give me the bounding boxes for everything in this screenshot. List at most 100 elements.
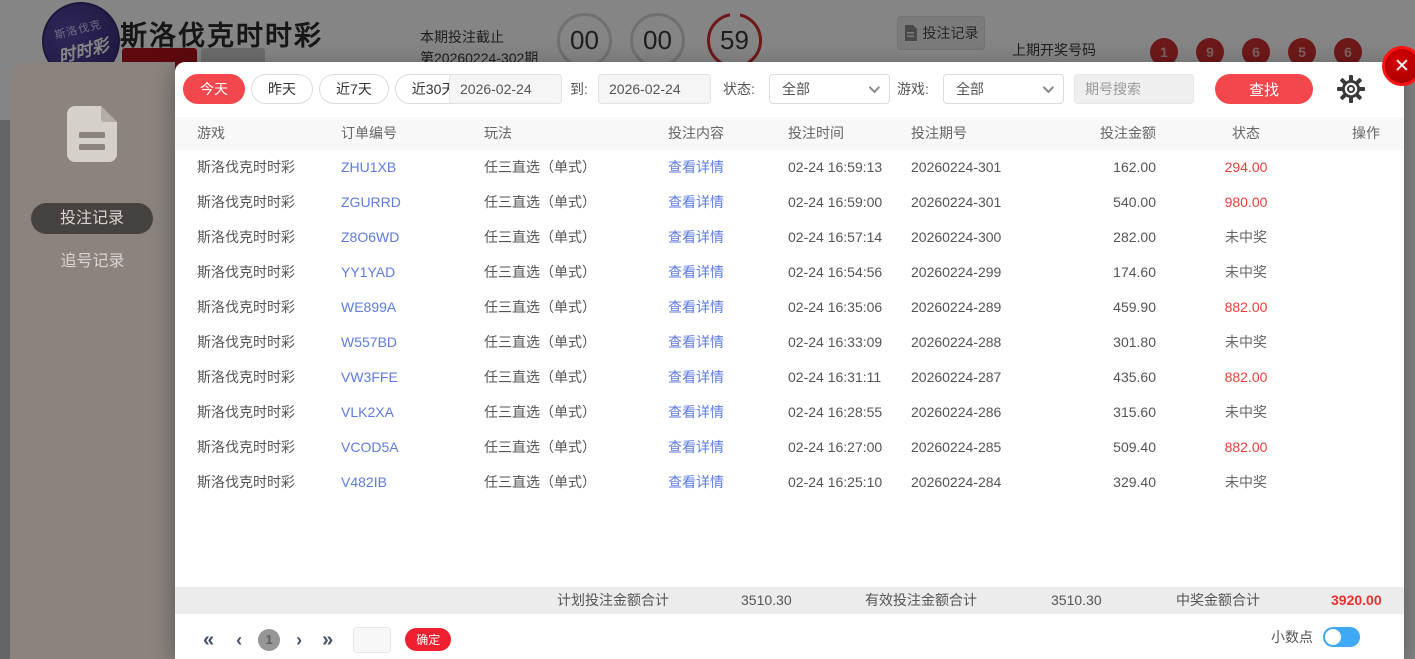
document-icon-large [67,106,117,162]
cell-view-details-link[interactable]: 查看详情 [668,150,788,185]
cell-amount: 162.00 [1113,159,1156,175]
cell-amount: 509.40 [1113,439,1156,455]
quick-filter-button[interactable]: 昨天 [251,74,313,104]
cell-play-type: 任三直选（单式） [484,299,596,315]
cell-view-details-link[interactable]: 查看详情 [668,290,788,325]
cell-order-id-link[interactable]: VCOD5A [341,430,484,465]
date-to-input[interactable] [598,74,711,104]
current-page-indicator: 1 [258,628,281,651]
status-filter-label: 状态: [723,81,755,97]
decimal-toggle-label: 小数点 [1271,629,1313,645]
prev-page-button[interactable]: ‹ [236,625,242,655]
table-row: 斯洛伐克时时彩 ZHU1XB 任三直选（单式） 查看详情 02-24 16:59… [175,150,1404,185]
cell-bet-time: 02-24 16:28:55 [788,404,883,420]
table-body: 斯洛伐克时时彩 ZHU1XB 任三直选（单式） 查看详情 02-24 16:59… [175,150,1404,500]
settings-gear-icon[interactable] [1335,73,1367,105]
cell-amount: 174.60 [1113,264,1156,280]
cell-play-type: 任三直选（单式） [484,439,596,455]
cell-bet-time: 02-24 16:33:09 [788,334,883,350]
cell-amount: 301.80 [1113,334,1156,350]
sidebar-item-bet-records[interactable]: 投注记录 [31,203,153,234]
table-row: 斯洛伐克时时彩 V482IB 任三直选（单式） 查看详情 02-24 16:25… [175,465,1404,500]
cell-actions [1336,395,1380,430]
date-to-label: 到: [570,81,588,97]
cell-game: 斯洛伐克时时彩 [197,229,295,245]
last-page-button[interactable]: » [322,625,333,655]
cell-view-details-link[interactable]: 查看详情 [668,220,788,255]
cell-order-id-link[interactable]: ZHU1XB [341,150,484,185]
plan-total-label: 计划投注金额合计 [557,592,669,608]
quick-filter-button[interactable]: 近7天 [319,74,389,104]
game-select[interactable]: 全部 [943,74,1064,104]
next-page-button[interactable]: › [296,625,302,655]
cell-status: 未中奖 [1225,474,1267,490]
cell-status: 980.00 [1224,194,1268,210]
sidebar-item-chase-records[interactable]: 追号记录 [10,247,175,271]
date-from-input[interactable] [449,74,562,104]
cell-order-id-link[interactable]: WE899A [341,290,484,325]
decimal-toggle[interactable] [1323,627,1360,647]
cell-order-id-link[interactable]: W557BD [341,325,484,360]
column-header: 状态 [1232,125,1260,141]
cell-period: 20260224-286 [911,404,1002,420]
cell-status: 294.00 [1224,159,1268,175]
cell-actions [1336,290,1380,325]
cell-game: 斯洛伐克时时彩 [197,439,295,455]
search-button[interactable]: 查找 [1215,74,1313,104]
cell-order-id-link[interactable]: ZGURRD [341,185,484,220]
cell-period: 20260224-288 [911,334,1002,350]
cell-order-id-link[interactable]: VLK2XA [341,395,484,430]
quick-filter-button[interactable]: 今天 [183,74,245,104]
cell-status: 未中奖 [1225,264,1267,280]
cell-play-type: 任三直选（单式） [484,264,596,280]
cell-status: 882.00 [1224,439,1268,455]
cell-actions [1336,255,1380,290]
cell-order-id-link[interactable]: Z8O6WD [341,220,484,255]
cell-view-details-link[interactable]: 查看详情 [668,465,788,500]
column-header: 订单编号 [341,125,397,141]
cell-view-details-link[interactable]: 查看详情 [668,185,788,220]
cell-amount: 329.40 [1113,474,1156,490]
cell-period: 20260224-299 [911,264,1002,280]
cell-amount: 315.60 [1113,404,1156,420]
column-header: 投注期号 [911,125,967,141]
summary-bar: 计划投注金额合计 3510.30 有效投注金额合计 3510.30 中奖金额合计… [175,587,1404,614]
cell-view-details-link[interactable]: 查看详情 [668,430,788,465]
status-select[interactable]: 全部 [769,74,890,104]
cell-actions [1336,150,1380,185]
cell-order-id-link[interactable]: V482IB [341,465,484,500]
period-search-input[interactable] [1074,74,1194,104]
sidebar: 投注记录 追号记录 [10,62,175,659]
column-header: 游戏 [197,125,225,141]
cell-order-id-link[interactable]: VW3FFE [341,360,484,395]
cell-view-details-link[interactable]: 查看详情 [668,360,788,395]
page: 斯洛伐克 时时彩 斯洛伐克时时彩 本期投注截止 第20260224-302期 0… [0,0,1415,659]
close-button[interactable]: ✕ [1382,46,1415,86]
cell-play-type: 任三直选（单式） [484,334,596,350]
cell-status: 未中奖 [1225,229,1267,245]
table-row: 斯洛伐克时时彩 VCOD5A 任三直选（单式） 查看详情 02-24 16:27… [175,430,1404,465]
cell-bet-time: 02-24 16:59:13 [788,159,883,175]
cell-view-details-link[interactable]: 查看详情 [668,325,788,360]
cell-period: 20260224-300 [911,229,1002,245]
first-page-button[interactable]: « [203,625,214,655]
page-jump-confirm-button[interactable]: 确定 [405,628,452,651]
cell-game: 斯洛伐克时时彩 [197,334,295,350]
cell-view-details-link[interactable]: 查看详情 [668,395,788,430]
cell-status: 未中奖 [1225,404,1267,420]
cell-order-id-link[interactable]: YY1YAD [341,255,484,290]
cell-status: 882.00 [1224,299,1268,315]
table-row: 斯洛伐克时时彩 WE899A 任三直选（单式） 查看详情 02-24 16:35… [175,290,1404,325]
table-row: 斯洛伐克时时彩 W557BD 任三直选（单式） 查看详情 02-24 16:33… [175,325,1404,360]
cell-amount: 459.90 [1113,299,1156,315]
cell-status: 未中奖 [1225,334,1267,350]
table-row: 斯洛伐克时时彩 YY1YAD 任三直选（单式） 查看详情 02-24 16:54… [175,255,1404,290]
cell-view-details-link[interactable]: 查看详情 [668,255,788,290]
quick-filter-group: 今天 昨天 近7天 近30天 [183,74,473,104]
game-filter-label: 游戏: [897,81,929,97]
cell-actions [1336,185,1380,220]
filter-bar: 今天昨天近7天近30天 到: 状态: 全部 游戏: 全部 查找 [175,74,1404,104]
page-jump-input[interactable] [353,626,392,653]
cell-amount: 435.60 [1113,369,1156,385]
cell-bet-time: 02-24 16:54:56 [788,264,883,280]
